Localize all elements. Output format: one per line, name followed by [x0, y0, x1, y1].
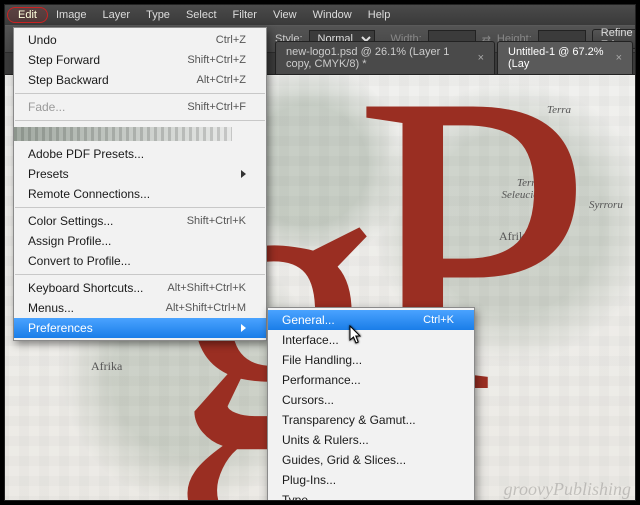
watermark: groovyPublishing — [504, 479, 631, 500]
tab-label: new-logo1.psd @ 26.1% (Layer 1 copy, CMY… — [286, 46, 472, 70]
menu-edit[interactable]: Edit — [7, 7, 48, 23]
close-icon[interactable]: × — [478, 52, 484, 64]
menu-item-label: Type... — [282, 493, 318, 501]
menu-item-label: Interface... — [282, 333, 339, 347]
pref-menu-item[interactable]: Plug-Ins... — [268, 470, 474, 490]
menu-item-label: Remote Connections... — [28, 187, 150, 201]
menu-item-label: Convert to Profile... — [28, 254, 131, 268]
map-label-syrroru: Syrroru — [589, 199, 623, 211]
shortcut-label: Alt+Shift+Ctrl+K — [143, 282, 246, 294]
menu-item-label: Preferences — [28, 321, 93, 335]
edit-menu-item: Fade... Shift+Ctrl+F — [14, 97, 266, 117]
edit-menu-item[interactable]: Adobe PDF Presets... — [14, 144, 266, 164]
edit-menu-item[interactable]: Menus... Alt+Shift+Ctrl+M — [14, 298, 266, 318]
edit-menu-item[interactable]: Color Settings... Shift+Ctrl+K — [14, 211, 266, 231]
menu-item-label: Step Forward — [28, 53, 100, 67]
mouse-cursor-icon — [349, 325, 363, 345]
document-tab[interactable]: new-logo1.psd @ 26.1% (Layer 1 copy, CMY… — [275, 41, 495, 74]
menu-filter[interactable]: Filter — [225, 7, 265, 23]
edit-menu-item[interactable]: Presets — [14, 164, 266, 184]
menu-type[interactable]: Type — [138, 7, 178, 23]
menu-item-label: Transparency & Gamut... — [282, 413, 416, 427]
chevron-right-icon — [241, 324, 246, 332]
menu-item-label: Adobe PDF Presets... — [28, 147, 144, 161]
edit-menu-item[interactable]: Step Backward Alt+Ctrl+Z — [14, 70, 266, 90]
pref-menu-item[interactable]: Cursors... — [268, 390, 474, 410]
edit-menu-item — [14, 124, 266, 144]
menu-item-label: Assign Profile... — [28, 234, 111, 248]
menu-item-label: Cursors... — [282, 393, 334, 407]
edit-menu-item[interactable]: Convert to Profile... — [14, 251, 266, 271]
pref-menu-item[interactable]: Performance... — [268, 370, 474, 390]
shortcut-label: Shift+Ctrl+K — [163, 215, 246, 227]
tab-label: Untitled-1 @ 67.2% (Lay — [508, 46, 610, 70]
menu-view[interactable]: View — [265, 7, 305, 23]
menu-item-label: Presets — [28, 167, 69, 181]
shortcut-label: Ctrl+K — [399, 314, 454, 326]
pref-menu-item[interactable]: Transparency & Gamut... — [268, 410, 474, 430]
shortcut-label: Alt+Shift+Ctrl+M — [142, 302, 246, 314]
menu-item-label: Plug-Ins... — [282, 473, 336, 487]
menu-item-label: General... — [282, 313, 335, 327]
app-frame: EditImageLayerTypeSelectFilterViewWindow… — [4, 4, 636, 501]
menu-item-label: Color Settings... — [28, 214, 113, 228]
pref-menu-item[interactable]: Type... — [268, 490, 474, 501]
menu-item-label: Undo — [28, 33, 57, 47]
menu-help[interactable]: Help — [360, 7, 399, 23]
edit-menu-item[interactable]: Remote Connections... — [14, 184, 266, 204]
edit-menu-item[interactable]: Undo Ctrl+Z — [14, 30, 266, 50]
pref-menu-item[interactable]: Units & Rulers... — [268, 430, 474, 450]
pref-menu-item[interactable]: Interface... — [268, 330, 474, 350]
preferences-submenu: General... Ctrl+K Interface... File Handlin… — [267, 307, 475, 501]
menu-item-label: Units & Rulers... — [282, 433, 369, 447]
menubar: EditImageLayerTypeSelectFilterViewWindow… — [5, 5, 635, 25]
edit-menu: Undo Ctrl+Z Step Forward Shift+Ctrl+Z Step B… — [13, 27, 267, 341]
shortcut-label: Shift+Ctrl+F — [163, 101, 246, 113]
pref-menu-item[interactable]: File Handling... — [268, 350, 474, 370]
menu-image[interactable]: Image — [48, 7, 95, 23]
pref-menu-item[interactable]: Guides, Grid & Slices... — [268, 450, 474, 470]
menu-item-label: Fade... — [28, 100, 65, 114]
menu-item-label: Menus... — [28, 301, 74, 315]
menu-layer[interactable]: Layer — [95, 7, 139, 23]
menu-select[interactable]: Select — [178, 7, 225, 23]
map-label-afrika: Afrika — [91, 359, 122, 374]
shortcut-label: Shift+Ctrl+Z — [163, 54, 246, 66]
edit-menu-item[interactable]: Preferences — [14, 318, 266, 338]
shortcut-label: Alt+Ctrl+Z — [172, 74, 246, 86]
menu-window[interactable]: Window — [305, 7, 360, 23]
edit-menu-item[interactable]: Keyboard Shortcuts...Alt+Shift+Ctrl+K — [14, 278, 266, 298]
edit-menu-item[interactable]: Step Forward Shift+Ctrl+Z — [14, 50, 266, 70]
menu-item-label: Performance... — [282, 373, 361, 387]
menu-item-label: Keyboard Shortcuts... — [28, 281, 143, 295]
chevron-right-icon — [241, 170, 246, 178]
menu-item-label: Step Backward — [28, 73, 109, 87]
menu-item-label: File Handling... — [282, 353, 362, 367]
edit-menu-item[interactable]: Assign Profile... — [14, 231, 266, 251]
menu-item-label: Guides, Grid & Slices... — [282, 453, 406, 467]
close-icon[interactable]: × — [616, 52, 622, 64]
pref-menu-item[interactable]: General... Ctrl+K — [268, 310, 474, 330]
shortcut-label: Ctrl+Z — [192, 34, 246, 46]
document-tab[interactable]: Untitled-1 @ 67.2% (Lay × — [497, 41, 633, 74]
